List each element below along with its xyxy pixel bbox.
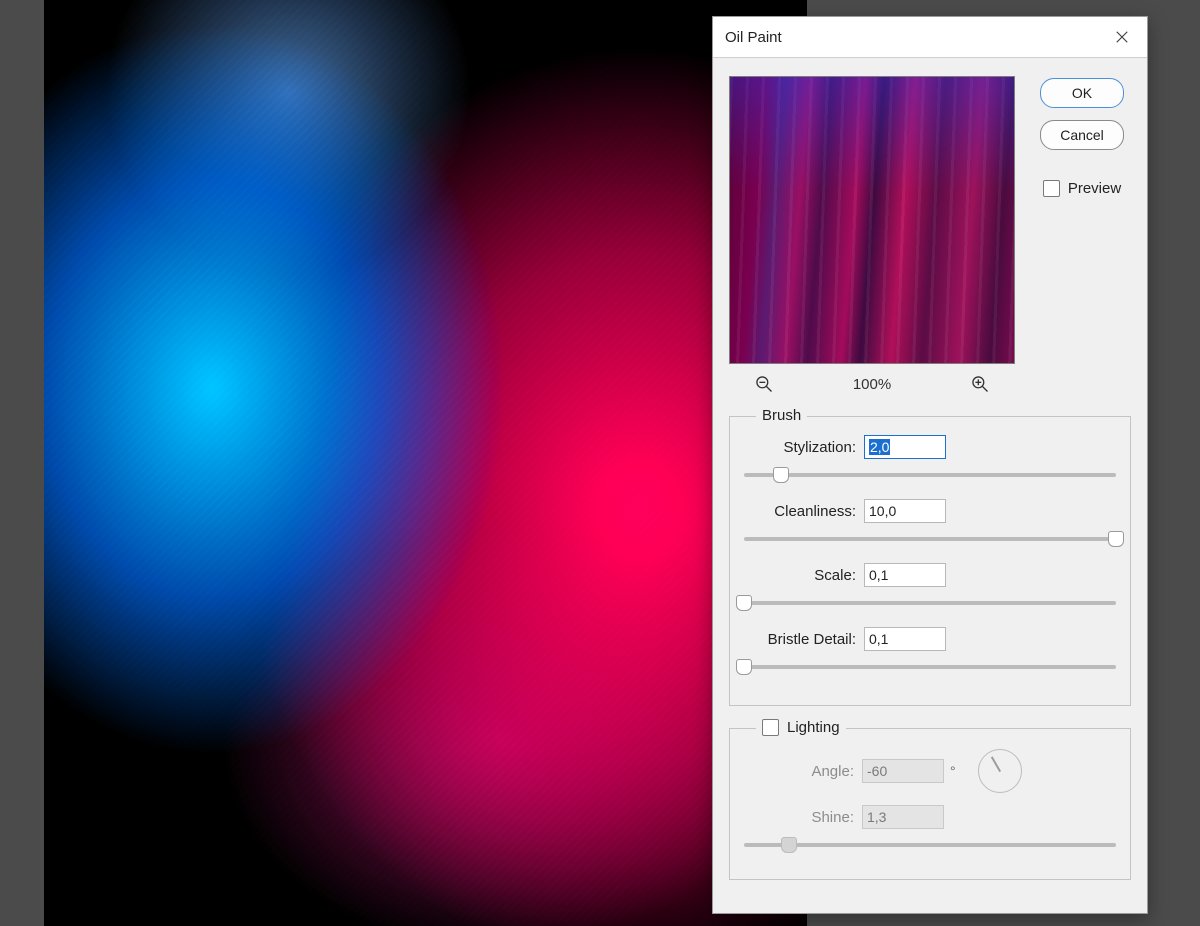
close-button[interactable] [1097, 17, 1147, 57]
shine-input: 1,3 [862, 805, 944, 829]
zoom-out-button[interactable] [754, 374, 774, 394]
brush-legend: Brush [756, 407, 807, 424]
angle-label: Angle: [744, 763, 854, 780]
cleanliness-slider[interactable] [744, 529, 1116, 549]
zoom-in-icon [970, 374, 990, 394]
cancel-label: Cancel [1060, 127, 1104, 143]
zoom-in-button[interactable] [970, 374, 990, 394]
bristle-input[interactable]: 0,1 [864, 627, 946, 651]
dialog-title: Oil Paint [725, 29, 782, 46]
angle-unit: ° [950, 763, 956, 779]
stylization-label: Stylization: [744, 439, 856, 456]
cleanliness-input[interactable]: 10,0 [864, 499, 946, 523]
lighting-legend-label: Lighting [787, 719, 840, 736]
filter-preview[interactable] [729, 76, 1015, 364]
scale-slider[interactable] [744, 593, 1116, 613]
scale-label: Scale: [744, 567, 856, 584]
lighting-legend[interactable]: Lighting [756, 719, 846, 736]
stylization-value: 2,0 [869, 439, 890, 455]
bristle-slider[interactable] [744, 657, 1116, 677]
ok-button[interactable]: OK [1040, 78, 1124, 108]
oil-paint-dialog: Oil Paint 100% OK Cancel [712, 16, 1148, 914]
ok-label: OK [1072, 85, 1092, 101]
scale-input[interactable]: 0,1 [864, 563, 946, 587]
stylization-slider[interactable] [744, 465, 1116, 485]
brush-group: Brush Stylization: 2,0 Cleanliness: 10,0… [729, 416, 1131, 706]
zoom-level: 100% [853, 376, 891, 393]
preview-checkbox-row[interactable]: Preview [1043, 180, 1121, 197]
lighting-checkbox[interactable] [762, 719, 779, 736]
shine-label: Shine: [744, 809, 854, 826]
angle-dial [978, 749, 1022, 793]
lighting-group: Lighting Angle: -60 ° Shine: 1,3 [729, 728, 1131, 880]
preview-checkbox[interactable] [1043, 180, 1060, 197]
close-icon [1115, 30, 1129, 44]
dialog-titlebar[interactable]: Oil Paint [713, 17, 1147, 58]
cleanliness-label: Cleanliness: [744, 503, 856, 520]
stylization-input[interactable]: 2,0 [864, 435, 946, 459]
document-canvas[interactable] [44, 0, 807, 926]
cancel-button[interactable]: Cancel [1040, 120, 1124, 150]
preview-checkbox-label: Preview [1068, 180, 1121, 197]
bristle-label: Bristle Detail: [744, 631, 856, 648]
shine-slider [744, 835, 1116, 855]
zoom-out-icon [754, 374, 774, 394]
canvas-artwork [44, 0, 807, 926]
angle-input: -60 [862, 759, 944, 783]
